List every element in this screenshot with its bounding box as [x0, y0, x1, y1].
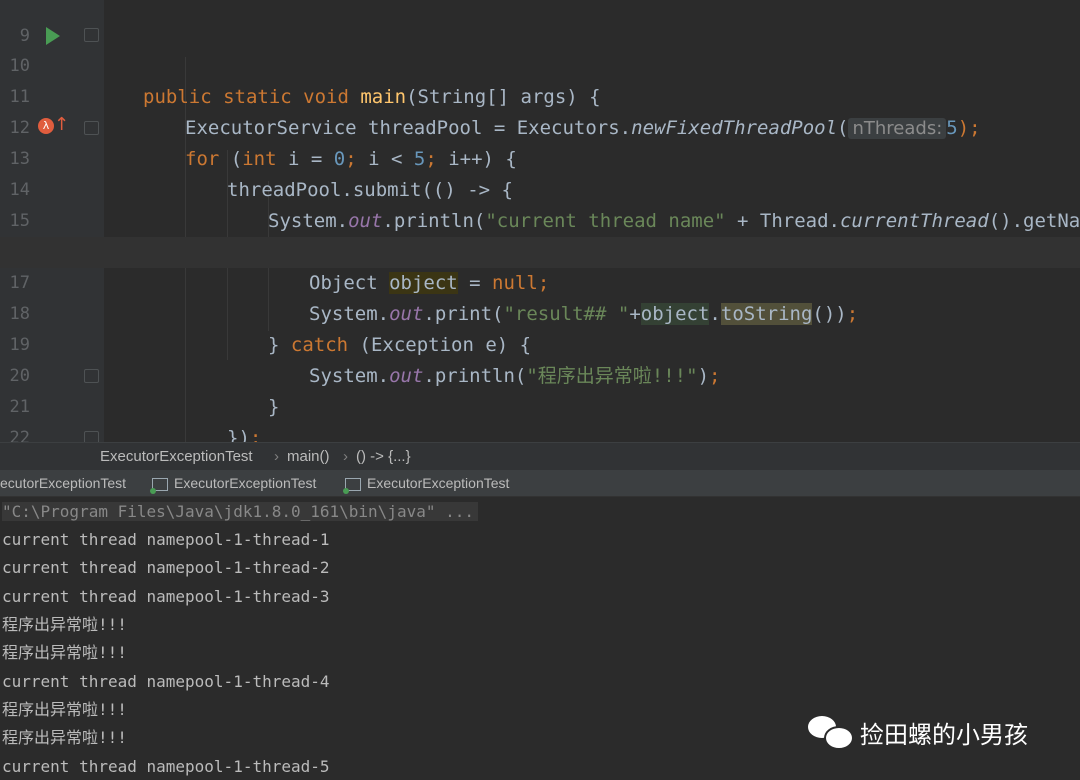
- breadcrumb-separator: ›: [343, 448, 348, 465]
- console-line: 程序出异常啦!!!: [2, 700, 127, 719]
- code-line: 23 }: [0, 423, 1080, 442]
- run-tab-label: ExecutorExceptionTest: [174, 475, 317, 491]
- code-line: 21 });: [0, 361, 1080, 442]
- code-line: 22 }: [0, 392, 1080, 442]
- console-line: current thread namepool-1-thread-2: [2, 558, 330, 577]
- code-editor[interactable]: λ ↑ 9 10 public static void main(String[…: [0, 0, 1080, 442]
- breadcrumb-lambda[interactable]: () -> {...}: [356, 443, 411, 471]
- console-line: 程序出异常啦!!!: [2, 728, 127, 747]
- code-line: 18 } catch (Exception e) {: [0, 268, 1080, 356]
- code-line: 20 }: [0, 330, 1080, 418]
- console-line: current thread namepool-1-thread-5: [2, 757, 330, 776]
- console-line: "C:\Program Files\Java\jdk1.8.0_161\bin\…: [2, 500, 479, 524]
- breadcrumb: ExecutorExceptionTest › main() › () -> {…: [0, 442, 1080, 471]
- wechat-icon: [808, 714, 854, 750]
- console-command: "C:\Program Files\Java\jdk1.8.0_161\bin\…: [2, 502, 479, 521]
- run-tabs: ecutorExceptionTest ExecutorExceptionTes…: [0, 470, 1080, 497]
- console-icon: [343, 477, 361, 494]
- run-tab-label: ecutorExceptionTest: [0, 475, 127, 491]
- code-line: 13 threadPool.submit(() -> {: [0, 113, 1080, 201]
- run-tab[interactable]: ExecutorExceptionTest: [343, 470, 510, 496]
- code-line: 11 ExecutorService threadPool = Executor…: [0, 51, 1080, 139]
- breadcrumb-separator: ›: [274, 448, 279, 465]
- run-tab[interactable]: ExecutorExceptionTest: [150, 470, 317, 496]
- console-icon: [150, 477, 168, 494]
- console-line: 程序出异常啦!!!: [2, 643, 127, 662]
- code-line: 9: [0, 0, 1080, 46]
- code-line: 14 System.out.println("current thread na…: [0, 144, 1080, 232]
- run-tab-label: ExecutorExceptionTest: [367, 475, 510, 491]
- code-line-current: 17 System.out.print("result## "+object.t…: [0, 237, 1080, 325]
- code-line: 12 for (int i = 0; i < 5; i++) {: [0, 82, 1080, 170]
- console-line: current thread namepool-1-thread-1: [2, 530, 330, 549]
- watermark-text: 捡田螺的小男孩: [860, 720, 1028, 749]
- console-line: current thread namepool-1-thread-4: [2, 672, 330, 691]
- code-line: 19 System.out.println("程序出异常啦!!!");: [0, 299, 1080, 387]
- console-line: current thread namepool-1-thread-3: [2, 587, 330, 606]
- run-tab[interactable]: ecutorExceptionTest: [0, 470, 126, 496]
- console-line: 程序出异常啦!!!: [2, 615, 127, 634]
- code-line: 15 try {: [0, 175, 1080, 263]
- breadcrumb-class[interactable]: ExecutorExceptionTest: [100, 443, 253, 471]
- breadcrumb-method[interactable]: main(): [287, 443, 330, 471]
- code-line: 16 Object object = null;: [0, 206, 1080, 294]
- watermark: 捡田螺的小男孩: [808, 710, 1028, 754]
- code-line: 10 public static void main(String[] args…: [0, 20, 1080, 108]
